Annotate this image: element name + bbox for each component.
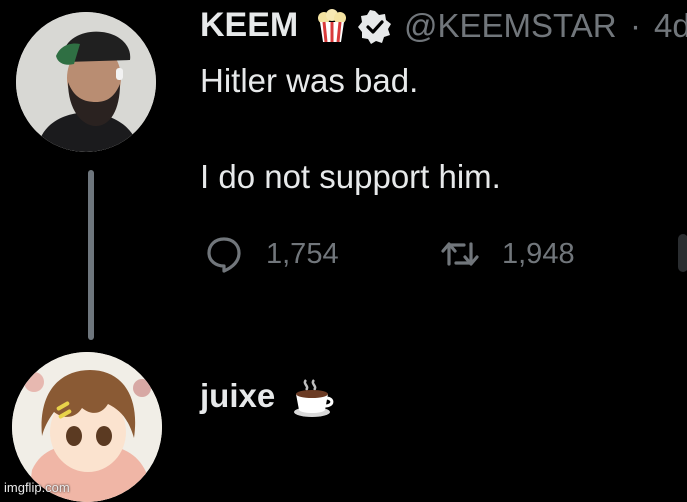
verified-badge-icon: [358, 10, 392, 44]
retweet-count: 1,948: [502, 237, 575, 270]
popcorn-emoji-icon: [314, 8, 350, 44]
author-avatar-image: [16, 12, 156, 152]
thread-line: [88, 170, 94, 340]
reply-icon: [207, 237, 241, 273]
reply-count: 1,754: [266, 237, 339, 270]
like-icon[interactable]: [678, 234, 687, 272]
hot-beverage-emoji-icon: [290, 376, 334, 420]
retweet-button[interactable]: 1,948: [440, 232, 575, 276]
reply-button[interactable]: 1,754: [204, 232, 339, 276]
tweet-text-line-1: Hitler was bad.: [200, 62, 419, 99]
author-handle[interactable]: @KEEMSTAR: [404, 7, 617, 45]
author-name[interactable]: KEEM: [200, 6, 298, 45]
separator-dot: ·: [630, 7, 641, 44]
reply-author-name[interactable]: juixe: [200, 377, 275, 415]
watermark-text: imgflip.com: [4, 480, 70, 495]
tweet-text-line-2: I do not support him.: [200, 158, 501, 195]
tweet-timestamp[interactable]: 4d: [654, 7, 687, 45]
retweet-icon: [441, 242, 479, 266]
author-avatar[interactable]: [16, 12, 156, 152]
